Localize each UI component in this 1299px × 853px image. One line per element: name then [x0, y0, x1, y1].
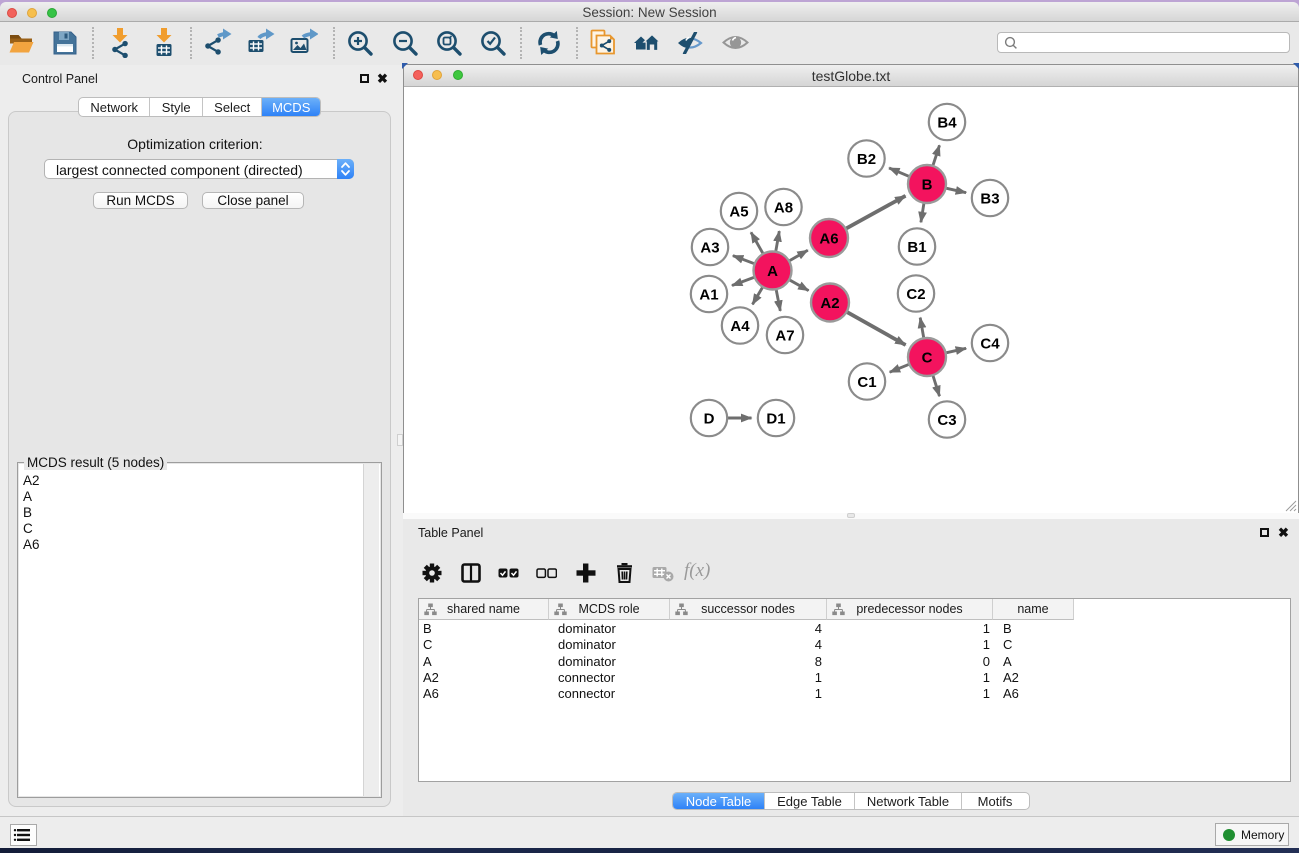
- svg-text:D: D: [704, 410, 715, 427]
- svg-text:C1: C1: [857, 374, 876, 391]
- svg-text:A6: A6: [819, 230, 838, 247]
- svg-text:B: B: [922, 176, 933, 193]
- svg-text:D1: D1: [766, 410, 785, 427]
- svg-text:A4: A4: [730, 318, 750, 335]
- svg-text:C4: C4: [980, 335, 1000, 352]
- svg-text:A2: A2: [820, 295, 839, 312]
- svg-text:C3: C3: [937, 412, 956, 429]
- svg-text:A8: A8: [774, 199, 793, 216]
- svg-text:C2: C2: [906, 286, 925, 303]
- svg-text:B4: B4: [937, 114, 957, 131]
- svg-text:A3: A3: [700, 239, 719, 256]
- svg-text:A7: A7: [775, 327, 794, 344]
- svg-text:B1: B1: [907, 239, 926, 256]
- svg-text:C: C: [922, 349, 933, 366]
- svg-text:B3: B3: [980, 190, 999, 207]
- svg-text:A1: A1: [699, 286, 718, 303]
- svg-text:A5: A5: [729, 203, 748, 220]
- svg-text:A: A: [767, 263, 778, 280]
- svg-text:B2: B2: [857, 151, 876, 168]
